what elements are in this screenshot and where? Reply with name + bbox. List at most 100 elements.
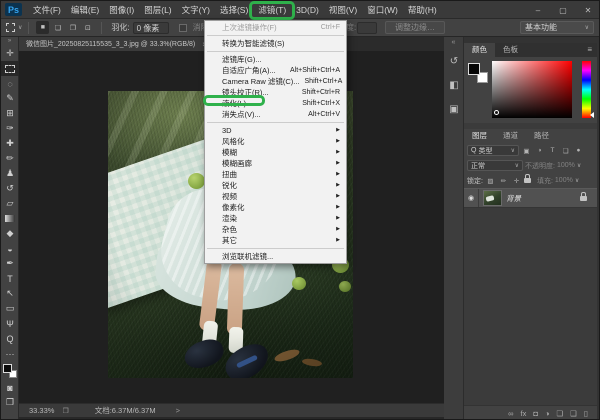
layer-thumbnail[interactable]: [484, 191, 501, 205]
menu-item-video[interactable]: 视频 ▶: [205, 191, 346, 202]
delete-layer-icon[interactable]: ▯: [584, 409, 588, 418]
panel-menu-icon[interactable]: ≡: [587, 43, 597, 57]
tab-swatches[interactable]: 色板: [495, 43, 526, 57]
lock-image-pixels-icon[interactable]: ✏: [498, 177, 509, 185]
hue-slider[interactable]: [582, 61, 591, 118]
width-input[interactable]: [357, 22, 377, 34]
lock-position-icon[interactable]: ✛: [511, 177, 522, 185]
menu-image[interactable]: 图像(I): [104, 1, 139, 19]
intersect-selection-button[interactable]: ⊡: [81, 21, 94, 34]
opacity-value[interactable]: 100%: [557, 162, 575, 169]
tab-color[interactable]: 颜色: [464, 43, 495, 57]
path-selection-tool[interactable]: ↖: [1, 286, 19, 301]
new-group-icon[interactable]: ❏: [556, 409, 563, 418]
filter-group-layers-icon[interactable]: ❏: [560, 147, 571, 155]
adjustment-layer-icon[interactable]: ◑: [545, 409, 550, 418]
layer-filter-dropdown[interactable]: Q 类型 ∨: [467, 145, 519, 156]
menu-type[interactable]: 文字(Y): [177, 1, 215, 19]
pen-tool[interactable]: ✒: [1, 256, 19, 271]
foreground-color-swatch[interactable]: [468, 63, 480, 75]
menu-item-filter-gallery[interactable]: 滤镜库(G)...: [205, 54, 346, 65]
menu-window[interactable]: 窗口(W): [362, 1, 403, 19]
filter-smart-objects-icon[interactable]: ●: [573, 147, 584, 154]
hue-slider-marker[interactable]: [590, 112, 594, 118]
menu-item-blur-gallery[interactable]: 模糊画廊 ▶: [205, 158, 346, 169]
tab-channels[interactable]: 通道: [495, 129, 526, 143]
active-tool-preset[interactable]: ∨: [6, 23, 22, 32]
move-tool[interactable]: ✛: [1, 46, 19, 61]
menu-item-noise[interactable]: 杂色 ▶: [205, 224, 346, 235]
new-selection-button[interactable]: ■: [36, 21, 49, 34]
hand-tool[interactable]: Ψ: [1, 316, 19, 331]
menu-select[interactable]: 选择(S): [215, 1, 253, 19]
restore-icon[interactable]: ▢: [558, 6, 568, 15]
color-swatch-pair[interactable]: [468, 63, 488, 83]
menu-item-browse-filters-online[interactable]: 浏览联机滤镜...: [205, 251, 346, 262]
document-tab[interactable]: 微信图片_20250825115535_3_3.jpg @ 33.3%(RGB/…: [19, 37, 215, 51]
foreground-color-swatch[interactable]: [3, 364, 12, 373]
menu-item-camera-raw[interactable]: Camera Raw 滤镜(C)... Shift+Ctrl+A: [205, 76, 346, 87]
zoom-tool[interactable]: Q: [1, 331, 19, 346]
crop-tool[interactable]: ⊞: [1, 106, 19, 121]
filter-adjustment-layers-icon[interactable]: ◑: [534, 147, 545, 154]
brush-tool[interactable]: ✏: [1, 151, 19, 166]
type-tool[interactable]: T: [1, 271, 19, 286]
visibility-eye-icon[interactable]: ◉: [464, 189, 479, 207]
menu-item-distort[interactable]: 扭曲 ▶: [205, 169, 346, 180]
lock-all-icon[interactable]: [524, 178, 531, 183]
dock-collapse-icon[interactable]: «: [444, 37, 463, 49]
export-icon[interactable]: ❐: [62, 407, 68, 415]
menu-view[interactable]: 视图(V): [324, 1, 362, 19]
new-layer-icon[interactable]: ❑: [570, 409, 577, 418]
filter-type-layers-icon[interactable]: T: [547, 147, 558, 154]
filter-pixel-layers-icon[interactable]: ▣: [521, 147, 532, 155]
menu-help[interactable]: 帮助(H): [403, 1, 442, 19]
menu-item-lens-correction[interactable]: 镜头校正(R)... Shift+Ctrl+R: [205, 87, 346, 98]
menu-filter[interactable]: 滤镜(T): [253, 1, 291, 19]
character-panel-icon[interactable]: ▣: [444, 97, 464, 121]
feather-input[interactable]: 0 像素: [133, 22, 169, 34]
tab-paths[interactable]: 路径: [526, 129, 557, 143]
menu-item-blur[interactable]: 模糊 ▶: [205, 147, 346, 158]
minimize-icon[interactable]: –: [533, 6, 543, 15]
more-tools-button[interactable]: ···: [1, 346, 19, 361]
eraser-tool[interactable]: ▱: [1, 196, 19, 211]
menu-item-liquify[interactable]: 液化(L)... Shift+Ctrl+X: [205, 98, 346, 109]
menu-edit[interactable]: 编辑(E): [66, 1, 104, 19]
menu-layer[interactable]: 图层(L): [139, 1, 176, 19]
menu-file[interactable]: 文件(F): [28, 1, 66, 19]
status-chevron-icon[interactable]: >: [176, 406, 180, 415]
rectangle-tool[interactable]: ▭: [1, 301, 19, 316]
screen-mode-button[interactable]: ❐: [1, 395, 19, 410]
menu-item-convert-smart-filters[interactable]: 转换为智能滤镜(S): [205, 38, 346, 49]
lasso-tool[interactable]: ◌: [1, 76, 19, 91]
tab-layers[interactable]: 图层: [464, 129, 495, 143]
lock-transparent-pixels-icon[interactable]: ▨: [485, 177, 496, 185]
close-icon[interactable]: ✕: [583, 6, 593, 15]
menu-item-adaptive-wide-angle[interactable]: 自适应广角(A)... Alt+Shift+Ctrl+A: [205, 65, 346, 76]
layer-style-icon[interactable]: fx: [520, 409, 526, 418]
link-layers-icon[interactable]: ∞: [508, 409, 513, 418]
eyedropper-tool[interactable]: ✑: [1, 121, 19, 136]
menu-item-sharpen[interactable]: 锐化 ▶: [205, 180, 346, 191]
menu-item-other[interactable]: 其它 ▶: [205, 235, 346, 246]
healing-brush-tool[interactable]: ✚: [1, 136, 19, 151]
history-brush-tool[interactable]: ↺: [1, 181, 19, 196]
history-panel-icon[interactable]: ↺: [444, 49, 464, 73]
quick-selection-tool[interactable]: ✎: [1, 91, 19, 106]
rectangular-marquee-tool[interactable]: [1, 61, 19, 76]
layer-mask-icon[interactable]: ◘: [533, 409, 538, 418]
add-selection-button[interactable]: ❏: [51, 21, 64, 34]
properties-panel-icon[interactable]: ◧: [444, 73, 464, 97]
blend-mode-dropdown[interactable]: 正常 ∨: [467, 160, 523, 171]
blur-tool[interactable]: ◆: [1, 226, 19, 241]
saturation-brightness-field[interactable]: [492, 61, 572, 118]
antialias-checkbox[interactable]: [179, 24, 187, 32]
refine-edge-button[interactable]: 调整边缘…: [385, 21, 445, 34]
workspace-switcher[interactable]: 基本功能 ∨: [520, 21, 594, 34]
layer-row-background[interactable]: ◉ 背景: [464, 188, 597, 208]
menu-item-pixelate[interactable]: 像素化 ▶: [205, 202, 346, 213]
color-picker-cursor[interactable]: [494, 110, 499, 115]
clone-stamp-tool[interactable]: ♟: [1, 166, 19, 181]
menu-item-render[interactable]: 渲染 ▶: [205, 213, 346, 224]
